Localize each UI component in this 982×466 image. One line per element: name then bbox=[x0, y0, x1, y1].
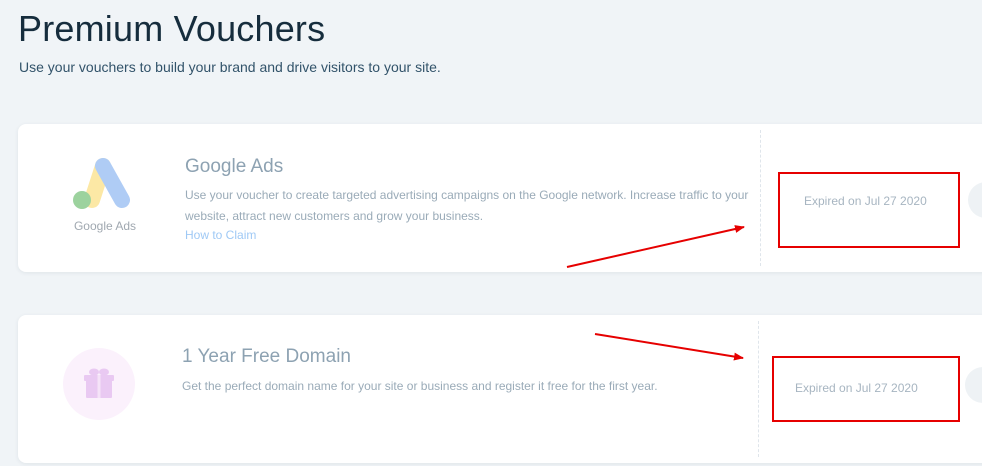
gift-icon bbox=[63, 348, 135, 420]
google-ads-logo-text: Google Ads bbox=[73, 219, 137, 233]
page-subtitle: Use your vouchers to build your brand an… bbox=[19, 59, 441, 75]
voucher-title: 1 Year Free Domain bbox=[182, 346, 351, 367]
annotation-box bbox=[778, 172, 960, 248]
card-divider bbox=[758, 321, 759, 457]
google-ads-logo: Google Ads bbox=[70, 154, 140, 234]
voucher-description: Get the perfect domain name for your sit… bbox=[182, 379, 658, 393]
voucher-action-button[interactable] bbox=[968, 182, 982, 218]
annotation-box bbox=[772, 356, 960, 422]
page-title: Premium Vouchers bbox=[18, 8, 326, 49]
how-to-claim-link[interactable]: How to Claim bbox=[185, 228, 256, 242]
card-divider bbox=[760, 130, 761, 266]
gift-logo bbox=[63, 348, 135, 420]
voucher-title: Google Ads bbox=[185, 156, 284, 177]
voucher-description: Use your voucher to create targeted adve… bbox=[185, 188, 749, 223]
voucher-action-button[interactable] bbox=[965, 367, 982, 403]
